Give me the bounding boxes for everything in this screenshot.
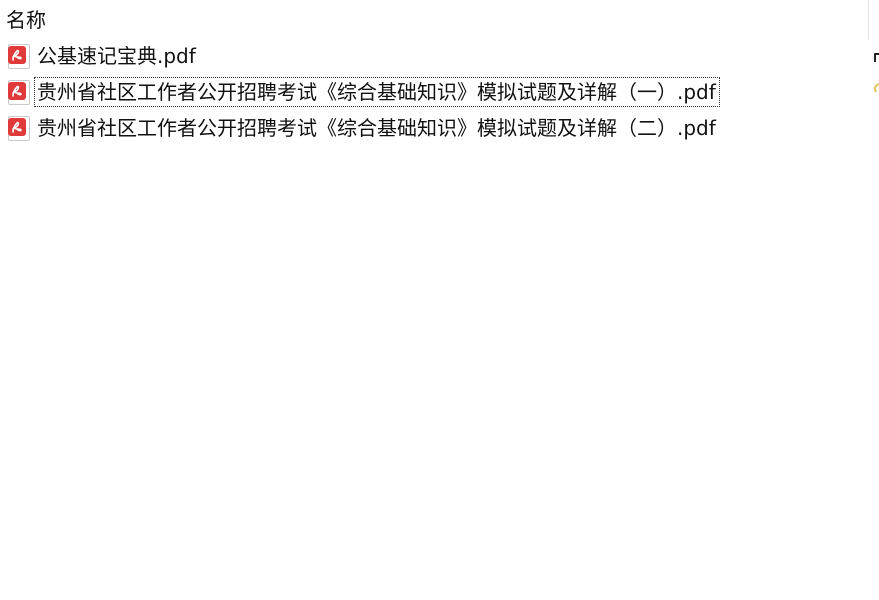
- pdf-icon: [8, 116, 30, 141]
- file-name[interactable]: 公基速记宝典.pdf: [34, 41, 200, 71]
- file-row[interactable]: 公基速记宝典.pdf: [0, 38, 868, 74]
- clipped-icon: [872, 82, 879, 92]
- file-name[interactable]: 贵州省社区工作者公开招聘考试《综合基础知识》模拟试题及详解（二）.pdf: [34, 113, 720, 143]
- file-row[interactable]: 贵州省社区工作者公开招聘考试《综合基础知识》模拟试题及详解（一）.pdf: [0, 74, 868, 110]
- file-row[interactable]: 贵州省社区工作者公开招聘考试《综合基础知识》模拟试题及详解（二）.pdf: [0, 110, 868, 146]
- clipped-icon: [872, 52, 879, 62]
- pdf-icon: [8, 80, 30, 105]
- file-list: 公基速记宝典.pdf 贵州省社区工作者公开招聘考试《综合基础知识》模拟试题及详解…: [0, 38, 868, 146]
- file-name[interactable]: 贵州省社区工作者公开招聘考试《综合基础知识》模拟试题及详解（一）.pdf: [34, 77, 720, 107]
- file-explorer-pane: 名称 公基速记宝典.pdf 贵州省社区工作者公开招聘考试《综合基础知识》模拟试题…: [0, 0, 879, 600]
- pdf-icon: [8, 44, 30, 69]
- column-header-name[interactable]: 名称: [6, 6, 46, 34]
- pane-divider: [868, 0, 869, 40]
